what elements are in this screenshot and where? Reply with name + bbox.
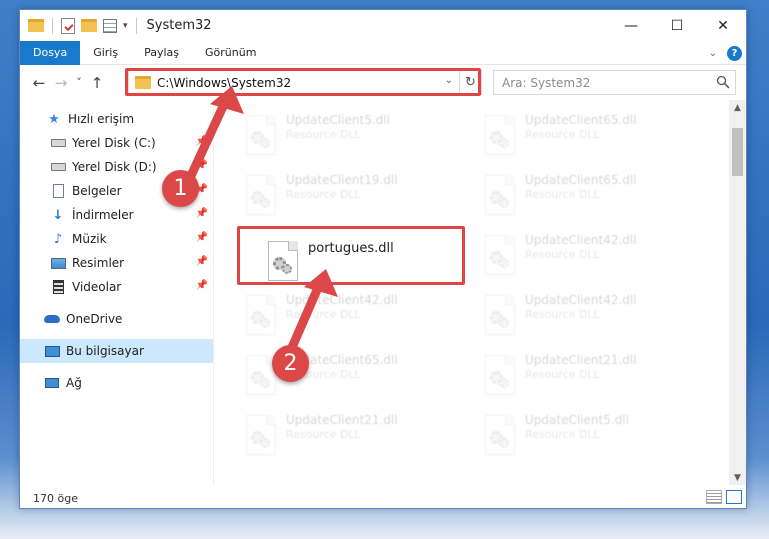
arrow-2 bbox=[285, 269, 338, 357]
arrow-1 bbox=[185, 86, 244, 183]
annotation-arrows bbox=[185, 86, 338, 357]
step-badge-2: 2 bbox=[272, 345, 309, 382]
step-badge-1: 1 bbox=[162, 170, 199, 207]
